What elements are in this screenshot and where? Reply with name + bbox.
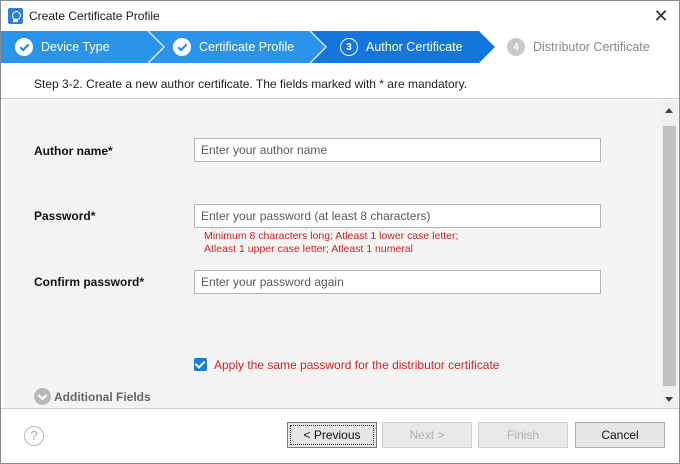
vertical-scrollbar[interactable] — [661, 100, 678, 408]
step-author-certificate[interactable]: 3 Author Certificate — [340, 31, 463, 63]
step-label: Distributor Certificate — [533, 40, 650, 54]
next-button[interactable]: Next > — [382, 422, 472, 448]
step-complete-check-icon — [15, 38, 33, 56]
title-bar: Create Certificate Profile ✕ — [1, 1, 679, 31]
confirm-password-label: Confirm password* — [34, 275, 145, 289]
previous-button[interactable]: < Previous — [287, 422, 377, 448]
step-number-badge: 4 — [507, 38, 525, 56]
step-description-text: Step 3-2. Create a new author certificat… — [34, 77, 468, 91]
finish-button[interactable]: Finish — [478, 422, 568, 448]
password-label: Password* — [34, 209, 96, 223]
step-label: Author Certificate — [366, 40, 463, 54]
step-number-badge: 3 — [340, 38, 358, 56]
close-button[interactable]: ✕ — [651, 6, 671, 26]
author-name-input[interactable] — [194, 138, 601, 162]
step-device-type[interactable]: Device Type — [15, 31, 110, 63]
password-requirements-hint: Minimum 8 characters long; Atleast 1 low… — [204, 230, 459, 242]
dialog-window: Create Certificate Profile ✕ Device Type… — [0, 0, 680, 464]
step-complete-check-icon — [173, 38, 191, 56]
apply-same-password-label[interactable]: Apply the same password for the distribu… — [214, 358, 499, 372]
scroll-up-arrow-icon[interactable] — [665, 108, 673, 113]
certificate-app-icon — [8, 8, 23, 24]
step-label: Device Type — [41, 40, 110, 54]
step-distributor-certificate[interactable]: 4 Distributor Certificate — [507, 31, 650, 63]
help-icon[interactable]: ? — [24, 426, 44, 446]
apply-same-password-checkbox[interactable] — [194, 358, 207, 371]
confirm-password-input[interactable] — [194, 270, 601, 294]
cancel-button[interactable]: Cancel — [575, 422, 665, 448]
window-title: Create Certificate Profile — [29, 9, 160, 23]
scroll-thumb[interactable] — [663, 126, 676, 386]
password-requirements-hint: Atleast 1 upper case letter; Atleast 1 n… — [204, 243, 413, 255]
step-description: Step 3-2. Create a new author certificat… — [1, 63, 679, 99]
dialog-footer: ? < Previous Next > Finish Cancel — [1, 408, 679, 463]
focus-ring — [290, 425, 374, 445]
additional-fields-toggle[interactable]: Additional Fields — [34, 388, 151, 405]
step-certificate-profile[interactable]: Certificate Profile — [173, 31, 294, 63]
author-name-label: Author name* — [34, 144, 113, 158]
scroll-down-arrow-icon[interactable] — [665, 397, 673, 402]
additional-fields-label[interactable]: Additional Fields — [54, 390, 151, 404]
chevron-down-icon[interactable] — [34, 388, 51, 405]
step-label: Certificate Profile — [199, 40, 295, 54]
password-input[interactable] — [194, 204, 601, 228]
